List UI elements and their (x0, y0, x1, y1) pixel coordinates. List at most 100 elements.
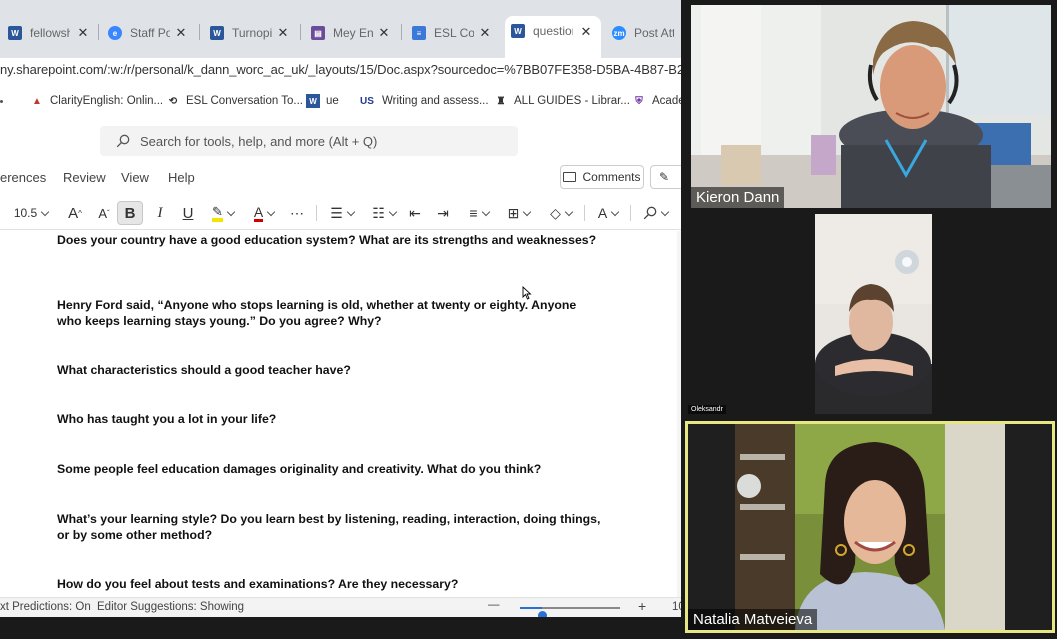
tab-post-att[interactable]: zm Post Att (612, 19, 681, 47)
find-button[interactable] (638, 201, 672, 225)
borders-icon: ⊞ (507, 204, 520, 221)
search-input[interactable]: Search for tools, help, and more (Alt + … (100, 126, 518, 156)
close-icon[interactable]: ✕ (478, 25, 492, 41)
question-5: Some people feel education damages origi… (57, 462, 542, 476)
italic-button[interactable]: I (152, 201, 168, 225)
zoom-percentage[interactable]: 10 (672, 601, 681, 613)
bookmark-writing-assessment[interactable]: US Writing and assess... (358, 92, 488, 110)
underline-button[interactable]: U (180, 201, 196, 225)
tab-view[interactable]: View (121, 170, 149, 185)
zoom-slider-thumb[interactable] (537, 611, 547, 617)
question-6: What’s your learning style? Do you learn… (57, 512, 601, 542)
address-bar[interactable]: ny.sharepoint.com/:w:/r/personal/k_dann_… (0, 58, 681, 82)
question-3: What characteristics should a good teach… (57, 363, 351, 377)
search-icon (116, 134, 130, 148)
zoom-in-button[interactable]: + (638, 598, 646, 614)
bullets-button[interactable]: ☰ (324, 201, 360, 225)
shading-button[interactable]: ◇ (544, 201, 578, 225)
video-tile-oleksandr[interactable]: Oleksandr (688, 214, 1052, 414)
bookmark-ue[interactable]: W ue (306, 92, 339, 110)
browser-window: W fellowsh ✕ e Staff Po ✕ W Turnopi ✕ ▤ … (0, 0, 681, 617)
document-scrollbar[interactable] (677, 231, 681, 597)
editing-mode-button[interactable]: ✎ (650, 165, 681, 189)
status-bar: xt Predictions: On Editor Suggestions: S… (0, 597, 681, 617)
bullet-list-icon: ☰ (330, 204, 343, 221)
align-button[interactable]: ≡ (462, 201, 496, 225)
bookmark-all-guides[interactable]: ♜ ALL GUIDES - Librar... (494, 92, 630, 110)
tab-references[interactable]: erences (0, 170, 46, 185)
close-icon[interactable]: ✕ (579, 24, 593, 40)
word-icon: W (210, 26, 224, 40)
align-left-icon: ≡ (469, 205, 478, 221)
library-icon: ♜ (496, 95, 506, 107)
tab-title: ESL Con (434, 26, 474, 40)
text-predictions-status[interactable]: xt Predictions: On (0, 601, 91, 613)
word-icon: W (306, 94, 320, 108)
tab-turnopi[interactable]: W Turnopi ✕ (210, 19, 290, 47)
question-7: How do you feel about tests and examinat… (57, 577, 459, 591)
tab-staff-portal[interactable]: e Staff Po ✕ (108, 19, 188, 47)
question-4: Who has taught you a lot in your life? (57, 412, 277, 426)
bookmark-acade[interactable]: ⛨ Acade (632, 92, 681, 110)
word-header: Search for tools, help, and more (Alt + … (0, 118, 681, 162)
tab-fellowship[interactable]: W fellowsh ✕ (8, 19, 90, 47)
tab-strip: W fellowsh ✕ e Staff Po ✕ W Turnopi ✕ ▤ … (0, 0, 681, 58)
tab-review[interactable]: Review (63, 170, 106, 185)
borders-button[interactable]: ⊞ (502, 201, 536, 225)
close-icon[interactable]: ✕ (76, 25, 90, 41)
docs-icon: ≡ (412, 26, 426, 40)
video-tile-natalia-active-speaker[interactable]: Natalia Matveieva (685, 421, 1055, 633)
font-color-button[interactable]: A (248, 201, 280, 225)
participant-video (735, 424, 1005, 630)
pen-icon: ✎ (659, 170, 670, 184)
bookmarks-bar: ▲ ClarityEnglish: Onlin... ⟲ ESL Convers… (0, 88, 681, 114)
esl-icon: ⟲ (168, 95, 178, 107)
bookmark-overflow[interactable] (0, 92, 3, 110)
word-icon: W (8, 26, 22, 40)
shrink-font-icon[interactable]: Aˇ (94, 201, 114, 225)
document-canvas[interactable]: Does your country have a good education … (0, 231, 681, 597)
zoom-out-button[interactable]: — (488, 599, 500, 611)
question-2: Henry Ford said, “Anyone who stops learn… (57, 298, 577, 328)
increase-indent-icon[interactable]: ⇥ (434, 201, 452, 225)
tab-esl-conversation[interactable]: ≡ ESL Con ✕ (412, 19, 492, 47)
close-icon[interactable]: ✕ (276, 25, 290, 41)
tab-title: Turnopi (232, 26, 272, 40)
highlighter-icon: ✎ (212, 205, 223, 222)
zoom-slider-fill (520, 607, 542, 609)
zoom-slider[interactable] (520, 607, 620, 617)
comment-icon (563, 172, 577, 182)
ribbon-tabs: erences Review View Help Comments ✎ (0, 162, 681, 192)
close-icon[interactable]: ✕ (174, 25, 188, 41)
bookmark-clarityenglish[interactable]: ▲ ClarityEnglish: Onlin... (30, 92, 163, 110)
comments-button[interactable]: Comments (560, 165, 644, 189)
video-tile-kieron[interactable]: Kieron Dann (691, 5, 1051, 208)
font-size-select[interactable]: 10.5 (12, 201, 50, 225)
tab-help[interactable]: Help (168, 170, 195, 185)
clarity-icon: ▲ (32, 95, 42, 107)
us-icon: US (360, 95, 374, 107)
tab-questions-active[interactable]: W question ✕ (505, 16, 601, 58)
close-icon[interactable]: ✕ (377, 25, 391, 41)
highlight-color-button[interactable]: ✎ (206, 201, 240, 225)
tab-mey-eng[interactable]: ▤ Mey Eng ✕ (311, 19, 391, 47)
question-1: Does your country have a good education … (57, 233, 597, 247)
tab-title: Staff Po (130, 26, 170, 40)
bold-button[interactable]: B (117, 201, 143, 225)
numbering-button[interactable]: ☷ (366, 201, 402, 225)
styles-button[interactable]: A (592, 201, 624, 225)
bookmark-esl-conversation[interactable]: ⟲ ESL Conversation To... (166, 92, 303, 110)
editor-suggestions-status[interactable]: Editor Suggestions: Showing (97, 601, 244, 613)
find-icon (643, 206, 656, 220)
url-text[interactable]: ny.sharepoint.com/:w:/r/personal/k_dann_… (0, 62, 681, 77)
grow-font-icon[interactable]: A ^ (64, 201, 86, 225)
styles-icon: A (597, 205, 608, 221)
participant-name-oleksandr: Oleksandr (688, 405, 726, 414)
more-options-icon[interactable]: ⋯ (288, 201, 306, 225)
tab-title: question (533, 24, 573, 38)
decrease-indent-icon[interactable]: ⇤ (406, 201, 424, 225)
shield-icon: ⛨ (635, 95, 643, 107)
participant-video (691, 5, 1051, 208)
forms-icon: ▤ (311, 26, 325, 40)
participant-name-kieron: Kieron Dann (691, 187, 785, 208)
